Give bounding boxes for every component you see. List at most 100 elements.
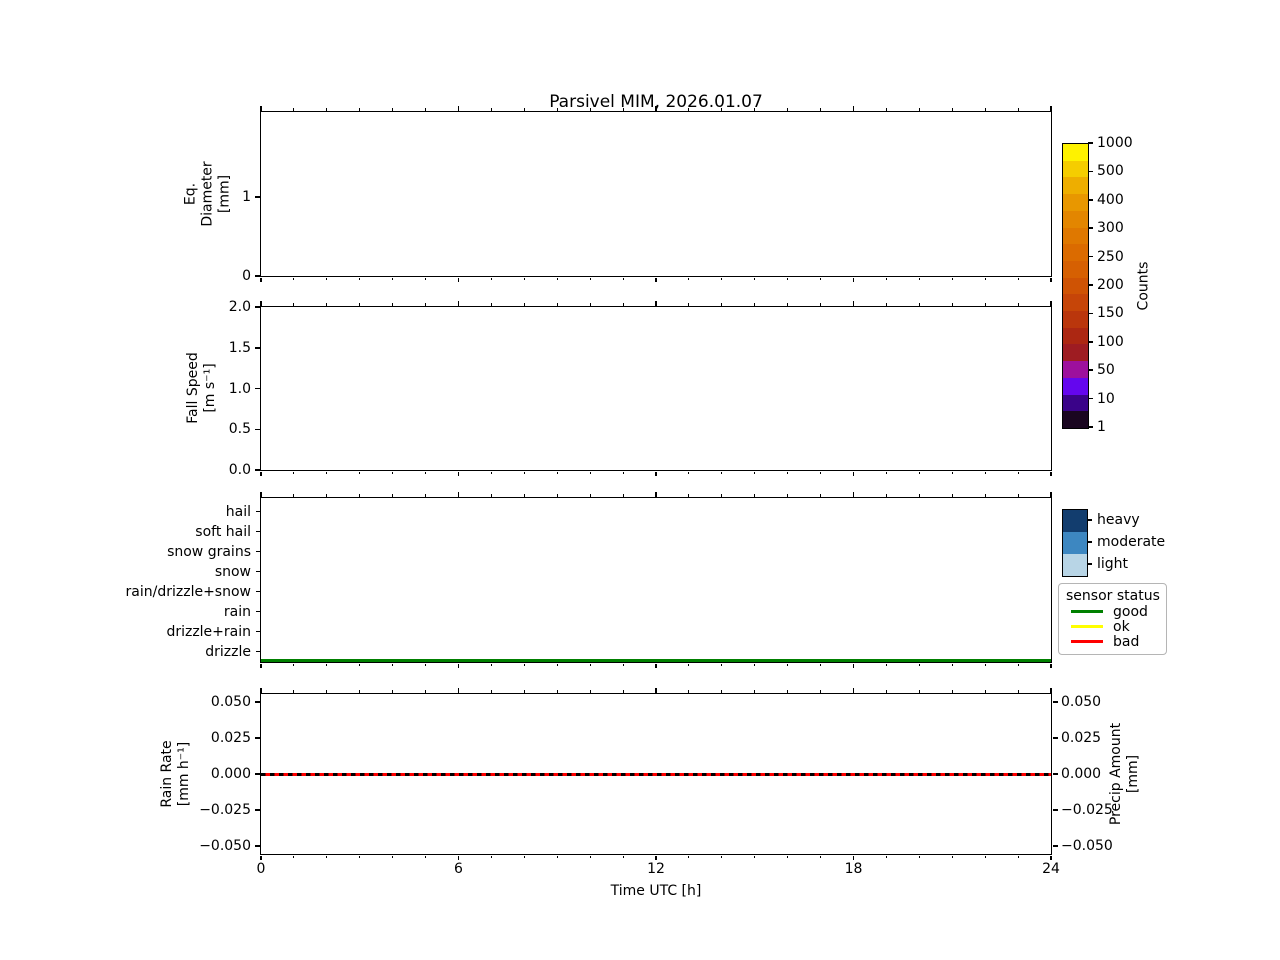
x-tick <box>556 855 558 858</box>
x-tick <box>754 690 756 693</box>
x-tick <box>1017 277 1019 280</box>
x-tick <box>754 471 756 474</box>
y-tick-right <box>1052 737 1058 739</box>
y-tick-label: 0.0 <box>228 462 251 478</box>
x-tick <box>392 690 394 693</box>
x-tick <box>787 303 789 306</box>
x-tick <box>984 855 986 858</box>
x-tick <box>556 277 558 280</box>
colorbar-band <box>1063 361 1088 378</box>
x-tick <box>556 471 558 474</box>
x-tick <box>425 494 427 497</box>
x-tick <box>852 471 855 476</box>
x-tick <box>589 494 591 497</box>
x-tick <box>425 663 427 666</box>
x-tick <box>1050 471 1052 476</box>
figure: Parsivel MIM, 2026.01.07 Eq. Diameter [m… <box>0 0 1280 960</box>
x-tick <box>1050 106 1052 111</box>
x-tick <box>787 663 789 666</box>
colorbar-tick <box>1088 170 1093 173</box>
x-tick <box>984 690 986 693</box>
x-tick <box>951 855 953 858</box>
x-tick <box>622 690 624 693</box>
colorbar-band <box>1063 194 1088 211</box>
colorbar-band <box>1063 277 1088 295</box>
x-tick <box>457 663 460 668</box>
x-tick <box>260 277 262 282</box>
x-tick <box>293 663 295 666</box>
x-tick <box>1050 855 1052 860</box>
colorbar-band <box>1063 294 1088 312</box>
x-tick <box>556 663 558 666</box>
x-tick <box>754 663 756 666</box>
intensity-tick <box>1088 563 1092 565</box>
x-tick-label: 24 <box>1042 861 1060 877</box>
x-tick <box>457 855 460 860</box>
x-tick <box>951 494 953 497</box>
x-tick <box>655 471 657 476</box>
x-tick <box>820 471 822 474</box>
x-tick <box>787 108 789 111</box>
x-tick <box>787 494 789 497</box>
colorbar-band <box>1063 394 1088 412</box>
intensity-band-heavy <box>1063 510 1087 532</box>
x-tick <box>754 108 756 111</box>
x-tick <box>754 855 756 858</box>
x-tick <box>984 471 986 474</box>
x-tick <box>457 492 460 497</box>
y-tick-label-right: −0.050 <box>1061 838 1113 855</box>
x-tick <box>556 108 558 111</box>
x-tick <box>1017 663 1019 666</box>
x-tick <box>951 471 953 474</box>
category-label: drizzle <box>205 643 251 660</box>
x-tick <box>490 303 492 306</box>
x-tick <box>457 106 460 111</box>
x-tick <box>688 277 690 280</box>
colorbar-tick-label: 100 <box>1097 333 1124 350</box>
x-tick <box>951 108 953 111</box>
intensity-tick <box>1088 519 1092 521</box>
x-tick <box>787 690 789 693</box>
x-tick <box>622 108 624 111</box>
category-tick <box>255 510 260 513</box>
x-tick-label: 6 <box>454 861 463 877</box>
x-tick <box>622 277 624 280</box>
x-tick <box>885 303 887 306</box>
colorbar-tick <box>1088 341 1093 343</box>
x-tick <box>622 494 624 497</box>
x-tick <box>1050 301 1052 306</box>
y-tick <box>254 773 260 775</box>
colorbar-tick <box>1088 426 1093 428</box>
category-tick <box>255 570 260 573</box>
y-tick-label: 2.0 <box>228 299 251 315</box>
category-tick <box>255 550 260 553</box>
x-tick <box>589 855 591 858</box>
y-tick <box>254 306 260 308</box>
x-tick <box>721 855 723 858</box>
x-tick <box>392 277 394 280</box>
x-tick <box>293 690 295 693</box>
x-tick <box>260 492 262 497</box>
colorbar-tick-label: 150 <box>1097 305 1124 322</box>
counts-colorbar <box>1062 143 1089 429</box>
x-tick <box>852 277 855 282</box>
colorbar-band <box>1063 177 1088 195</box>
x-tick <box>260 471 262 476</box>
x-tick <box>359 663 361 666</box>
y-tick-label-right: 0.000 <box>1061 766 1102 782</box>
colorbar-tick <box>1088 227 1093 229</box>
x-tick <box>820 277 822 280</box>
category-label: rain <box>223 603 251 620</box>
x-tick <box>260 688 262 693</box>
rain-rate-zero-line <box>261 772 1051 776</box>
x-tick <box>457 277 460 282</box>
x-tick <box>490 690 492 693</box>
colorbar-tick-label: 500 <box>1097 163 1124 180</box>
category-tick <box>255 530 260 533</box>
y-tick <box>254 737 260 739</box>
colorbar-band <box>1063 411 1088 428</box>
colorbar-band <box>1063 327 1088 345</box>
x-tick <box>820 663 822 666</box>
x-tick <box>556 690 558 693</box>
x-tick <box>951 690 953 693</box>
